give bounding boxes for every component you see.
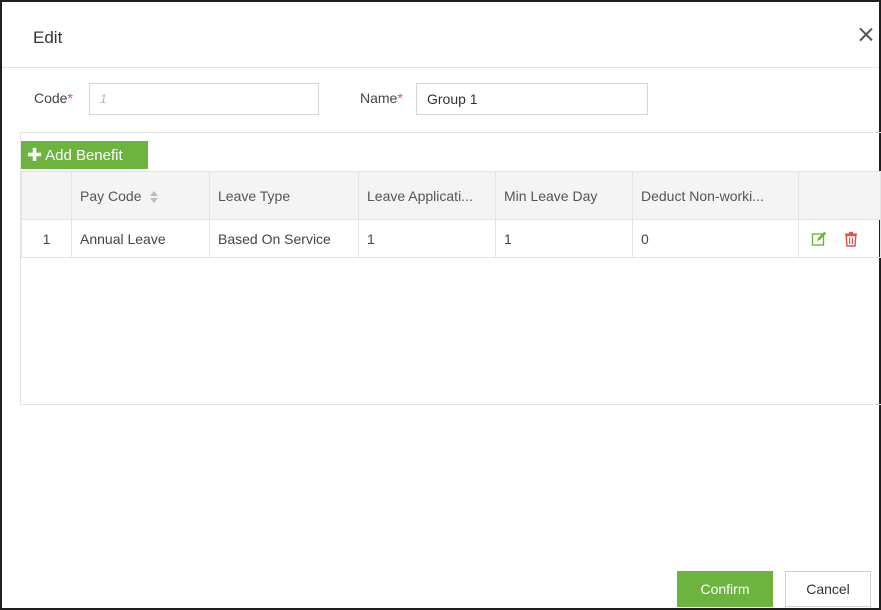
code-input[interactable]: 1 (89, 83, 319, 115)
row-index: 1 (21, 219, 72, 258)
close-icon[interactable] (857, 26, 875, 44)
cell-pay-code: Annual Leave (71, 219, 210, 258)
table-row[interactable]: 1 Annual Leave Based On Service 1 1 0 (21, 219, 881, 258)
column-header-actions (798, 171, 881, 220)
code-placeholder: 1 (100, 92, 107, 106)
table-header-row: Pay Code Leave Type Leave Applicati... M… (21, 171, 881, 220)
cell-deduct-non-working: 0 (632, 219, 799, 258)
benefit-table: Pay Code Leave Type Leave Applicati... M… (21, 171, 881, 258)
column-header-deduct-non-working: Deduct Non-worki... (632, 171, 799, 220)
code-label-text: Code (34, 90, 68, 106)
name-label-text: Name (360, 90, 398, 106)
trash-icon[interactable] (843, 231, 859, 247)
code-required-mark: * (67, 90, 73, 106)
cancel-button[interactable]: Cancel (785, 571, 871, 607)
benefit-grid: ✚ Add Benefit Pay Code Leave Type Leave (20, 132, 881, 405)
name-required-mark: * (397, 90, 403, 106)
dialog-header: Edit (2, 2, 879, 68)
edit-dialog: Edit Code* 1 Name* Group 1 ✚ Add Benefit (0, 0, 881, 610)
column-header-leave-type: Leave Type (209, 171, 359, 220)
name-input[interactable]: Group 1 (416, 83, 648, 115)
add-benefit-label: Add Benefit (45, 146, 123, 164)
column-header-index (21, 171, 72, 220)
cell-leave-type: Based On Service (209, 219, 359, 258)
cell-actions (798, 219, 881, 258)
plus-icon: ✚ (27, 145, 43, 165)
edit-icon[interactable] (811, 231, 827, 247)
add-benefit-button[interactable]: ✚ Add Benefit (21, 141, 148, 169)
sort-icon[interactable] (149, 190, 159, 203)
pay-code-header-label: Pay Code (80, 187, 142, 204)
name-label: Name* (360, 90, 403, 106)
cell-leave-application: 1 (358, 219, 496, 258)
name-value: Group 1 (427, 91, 478, 107)
cell-min-leave-day: 1 (495, 219, 633, 258)
grid-toolbar: ✚ Add Benefit (21, 133, 881, 171)
dialog-title: Edit (33, 28, 63, 47)
code-label: Code* (34, 90, 73, 106)
column-header-pay-code[interactable]: Pay Code (71, 171, 210, 220)
column-header-leave-application: Leave Applicati... (358, 171, 496, 220)
confirm-button[interactable]: Confirm (677, 571, 773, 607)
column-header-min-leave-day: Min Leave Day (495, 171, 633, 220)
